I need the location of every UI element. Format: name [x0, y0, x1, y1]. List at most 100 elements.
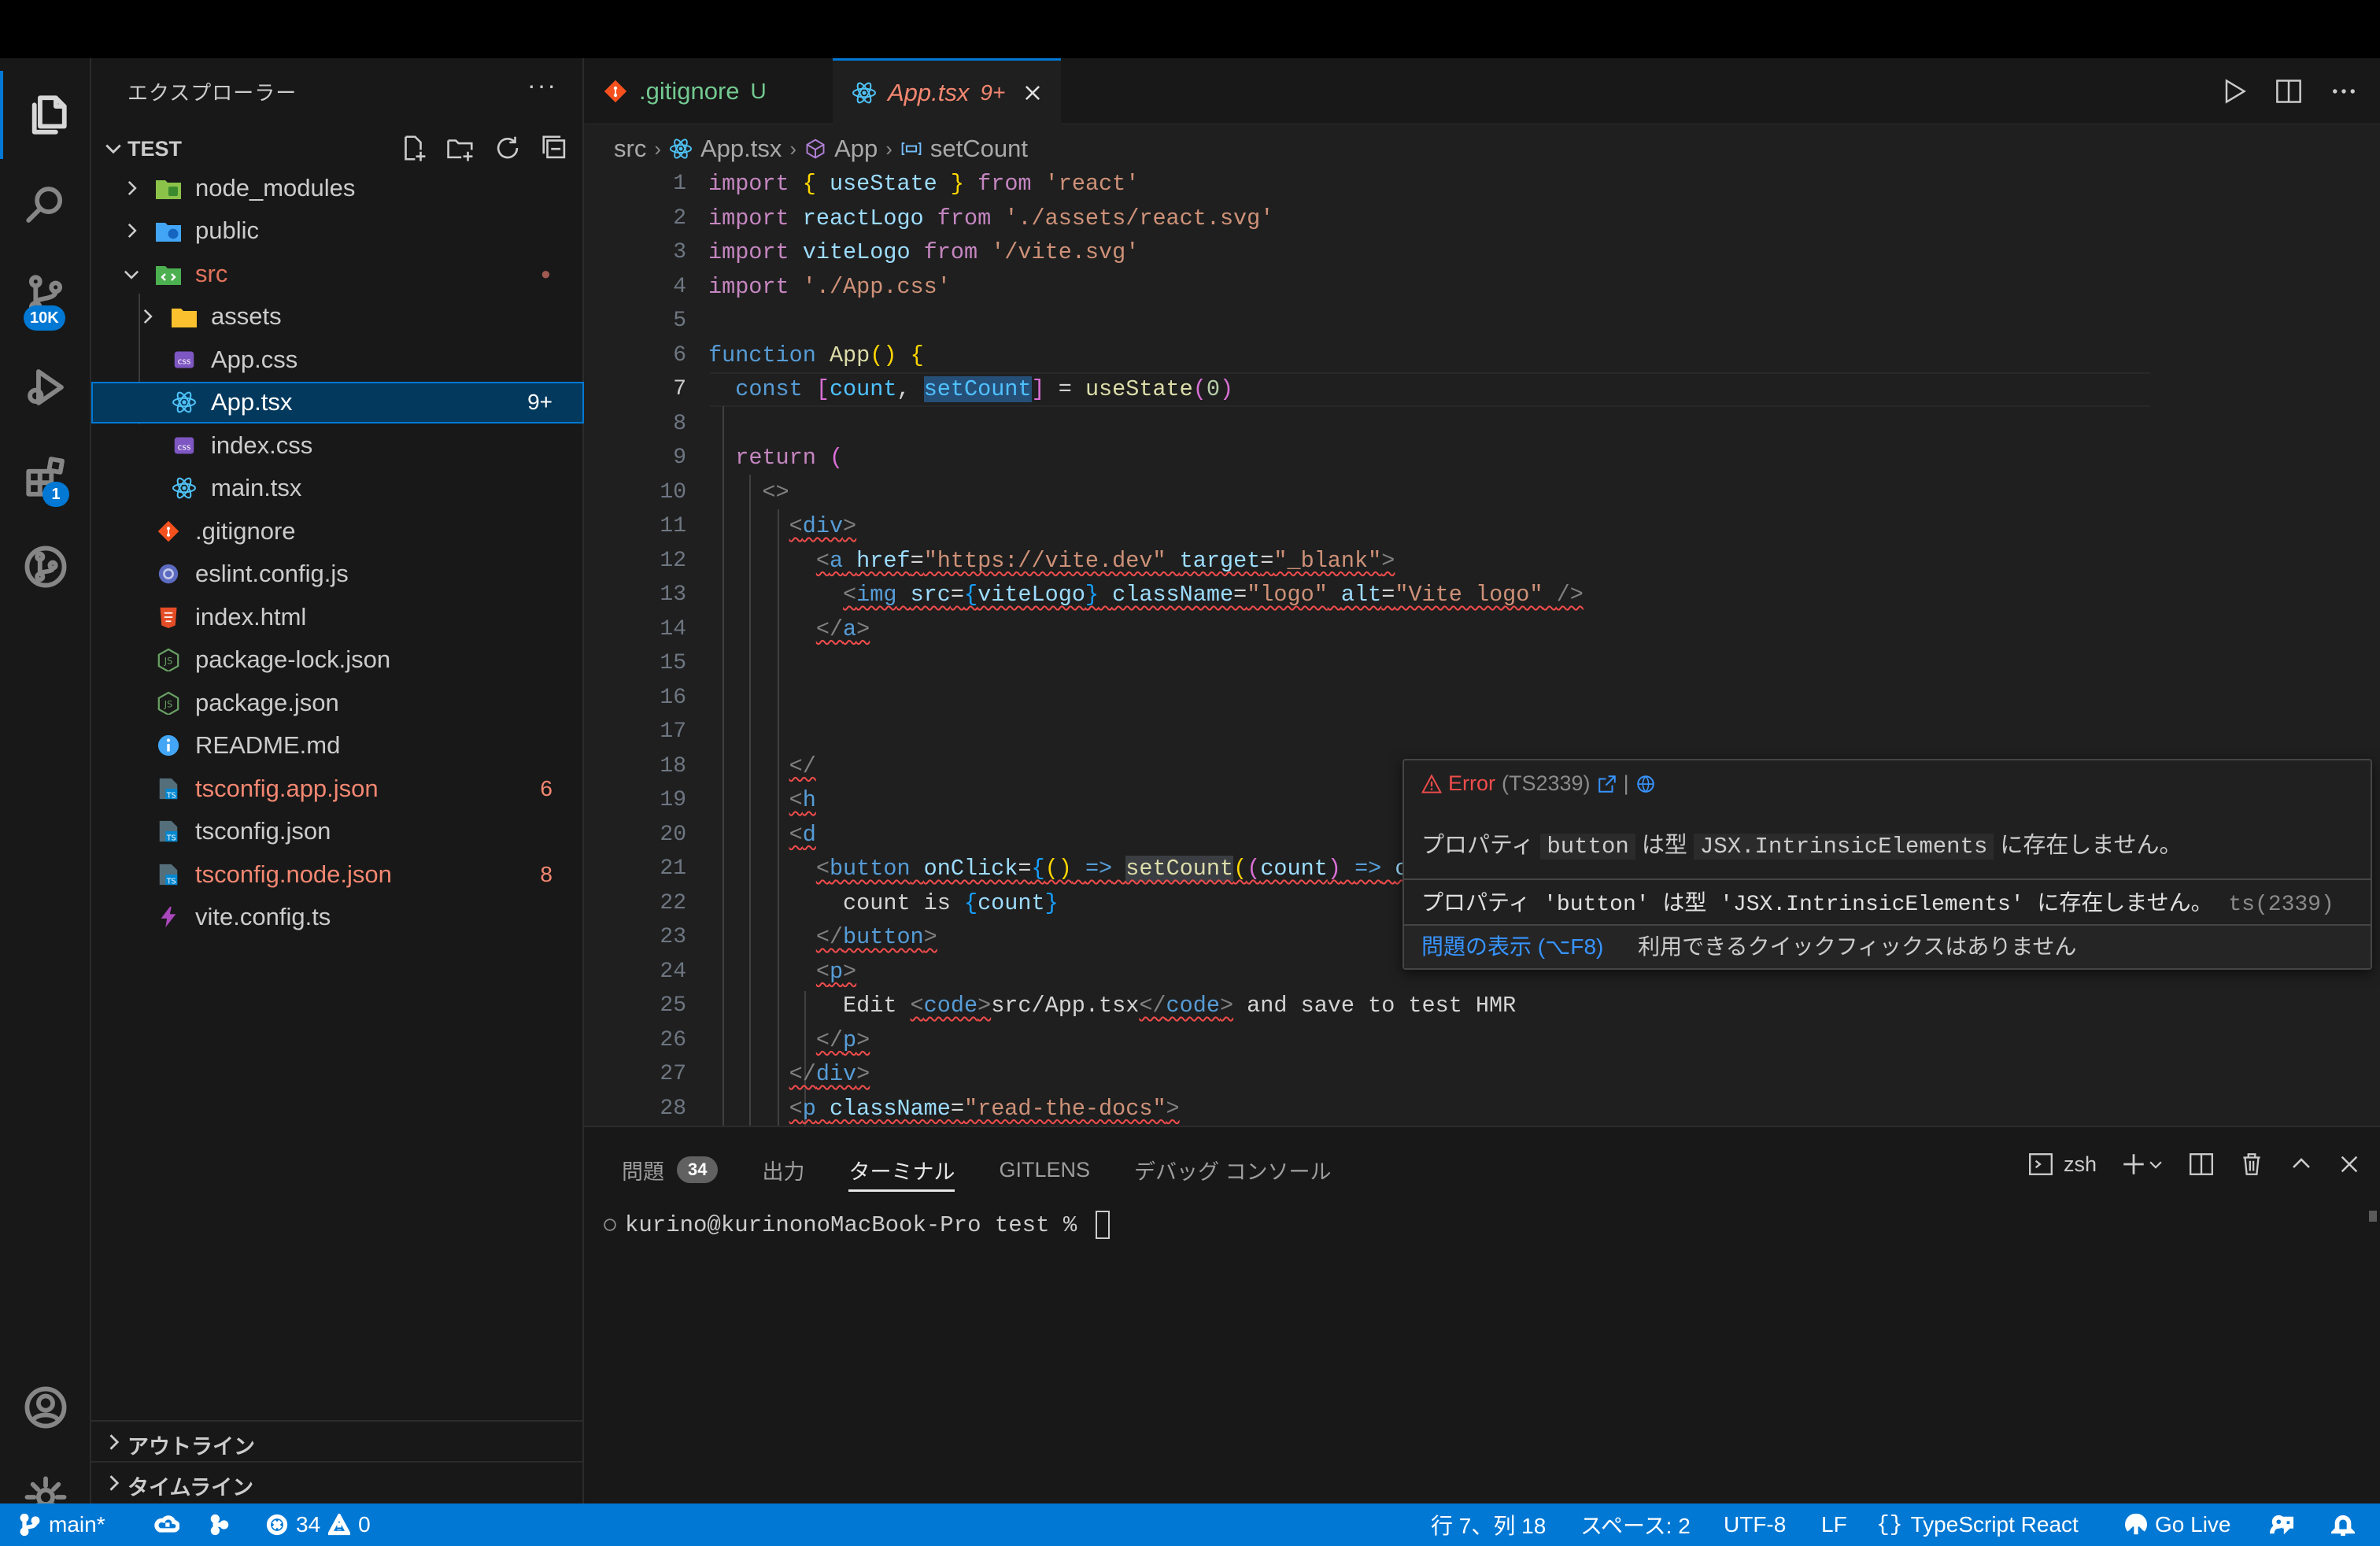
- account-icon[interactable]: [0, 1363, 91, 1452]
- gitlens-status-icon[interactable]: [208, 1503, 231, 1546]
- code-line-19: <h: [789, 787, 816, 813]
- tree-item-eslint-config[interactable]: eslint.config.js: [91, 553, 584, 595]
- code-line-24: <p>: [815, 958, 857, 985]
- explorer-icon[interactable]: [0, 71, 91, 159]
- new-terminal-icon[interactable]: [2120, 1151, 2164, 1178]
- new-file-icon[interactable]: [397, 131, 430, 165]
- tab-app-tsx[interactable]: App.tsx 9+: [833, 58, 1061, 124]
- tree-item-label: .gitignore: [195, 516, 296, 545]
- sidebar-more-button[interactable]: ···: [527, 71, 557, 100]
- tab-label: App.tsx: [888, 78, 970, 106]
- tab-terminal[interactable]: ターミナル: [848, 1148, 955, 1192]
- timeline-section[interactable]: タイムライン: [91, 1461, 584, 1502]
- breadcrumb-file[interactable]: App.tsx: [700, 135, 782, 163]
- line-number: 12: [660, 548, 686, 573]
- close-panel-icon[interactable]: [2338, 1152, 2361, 1176]
- problems-indicator[interactable]: 34 0: [266, 1503, 371, 1546]
- tree-item-index-html[interactable]: index.html: [91, 596, 584, 638]
- breadcrumb-src[interactable]: src: [614, 135, 646, 163]
- more-actions-icon[interactable]: [2326, 74, 2361, 109]
- code-line-13: <img src={viteLogo} className="logo" alt…: [843, 582, 1584, 608]
- code-editor[interactable]: src › App.tsx › App › setCount 123456789…: [584, 124, 2380, 1126]
- bottom-panel: 問題 34 出力 ターミナル GITLENS デバッグ コンソール zsh kur…: [584, 1126, 2380, 1503]
- line-number: 22: [660, 890, 686, 915]
- eol-text: LF: [1821, 1512, 1847, 1537]
- chevron-down-icon[interactable]: [2147, 1156, 2164, 1173]
- notifications-bell-icon[interactable]: [2331, 1503, 2355, 1546]
- tsconfig-file-icon: TS: [156, 776, 181, 801]
- tree-item-label: public: [195, 216, 259, 244]
- tree-item-package-json[interactable]: JS package.json: [91, 682, 584, 723]
- tab-badge: 9+: [980, 80, 1006, 105]
- trash-icon[interactable]: [2238, 1151, 2265, 1178]
- extensions-icon[interactable]: 1: [0, 433, 91, 521]
- tree-item-app-css[interactable]: css App.css: [91, 338, 584, 380]
- run-debug-icon[interactable]: [0, 343, 91, 431]
- branch-name: main*: [49, 1512, 105, 1537]
- new-folder-icon[interactable]: [444, 131, 477, 165]
- tree-item-assets[interactable]: assets: [91, 296, 584, 338]
- split-terminal-icon[interactable]: [2188, 1151, 2215, 1178]
- gitlens-icon[interactable]: [0, 523, 91, 611]
- tab-gitlens[interactable]: GITLENS: [999, 1148, 1090, 1192]
- encoding[interactable]: UTF-8: [1724, 1503, 1786, 1546]
- tab-gitignore[interactable]: .gitignore U: [584, 58, 833, 124]
- line-number: 4: [673, 274, 686, 299]
- window-top-bar: [0, 0, 2380, 58]
- open-link-icon[interactable]: [1597, 774, 1617, 794]
- feedback-icon[interactable]: [2270, 1503, 2293, 1546]
- symbol-variable-icon: [901, 142, 922, 155]
- go-live-button[interactable]: Go Live: [2125, 1503, 2231, 1546]
- search-icon[interactable]: [0, 161, 91, 249]
- close-tab-icon[interactable]: [1022, 83, 1043, 103]
- source-control-icon[interactable]: 10K: [0, 250, 91, 338]
- tab-debug-console[interactable]: デバッグ コンソール: [1134, 1148, 1332, 1192]
- terminal-scrollbar[interactable]: [2369, 1211, 2377, 1222]
- refresh-icon[interactable]: [491, 131, 524, 165]
- end-of-line[interactable]: LF: [1821, 1503, 1847, 1546]
- sidebar-title: エクスプローラー: [128, 81, 298, 105]
- tree-item-readme[interactable]: README.md: [91, 725, 584, 767]
- cursor-position[interactable]: 行 7、列 18: [1431, 1503, 1546, 1546]
- tree-item-index-css[interactable]: css index.css: [91, 424, 584, 466]
- terminal-output[interactable]: kurino@kurinonoMacBook-Pro test %: [601, 1211, 1110, 1239]
- tree-item-app-tsx[interactable]: App.tsx 9+: [91, 381, 584, 423]
- eslint-file-icon: [156, 561, 181, 586]
- tab-problems[interactable]: 問題 34: [622, 1148, 719, 1192]
- globe-icon[interactable]: [1635, 774, 1656, 794]
- problem-count: 8: [540, 861, 552, 886]
- language-mode[interactable]: {} TypeScript React: [1876, 1503, 2079, 1546]
- branch-indicator[interactable]: main*: [19, 1503, 105, 1546]
- breadcrumb-separator: ›: [654, 136, 661, 161]
- tree-item-main-tsx[interactable]: main.tsx: [91, 468, 584, 509]
- tree-item-tsconfig[interactable]: TS tsconfig.json: [91, 811, 584, 853]
- svg-text:TS: TS: [166, 834, 176, 842]
- tree-item-tsconfig-app[interactable]: TS tsconfig.app.json 6: [91, 767, 584, 809]
- sync-icon[interactable]: [154, 1503, 179, 1546]
- editor-tabs: .gitignore U App.tsx 9+: [584, 58, 2380, 124]
- terminal-shell-selector[interactable]: zsh: [2027, 1151, 2097, 1178]
- indentation[interactable]: スペース: 2: [1580, 1503, 1691, 1546]
- tree-item-tsconfig-node[interactable]: TS tsconfig.node.json 8: [91, 853, 584, 895]
- info-file-icon: [156, 733, 181, 758]
- breadcrumb-variable[interactable]: setCount: [930, 135, 1028, 163]
- line-number: 25: [660, 993, 686, 1018]
- tree-item-node-modules[interactable]: node_modules: [91, 167, 584, 209]
- breadcrumb-symbol[interactable]: App: [834, 135, 878, 163]
- run-icon[interactable]: [2216, 74, 2251, 109]
- collapse-all-icon[interactable]: [538, 131, 571, 165]
- view-problem-link[interactable]: 問題の表示 (⌥F8): [1421, 934, 1603, 959]
- tree-item-src[interactable]: src ●: [91, 253, 584, 294]
- svg-text:JS: JS: [164, 699, 172, 709]
- chevron-down-icon: [105, 144, 121, 154]
- tree-item-gitignore[interactable]: .gitignore: [91, 510, 584, 552]
- maximize-panel-icon[interactable]: [2289, 1152, 2314, 1177]
- problem-count: 6: [540, 775, 552, 801]
- tree-item-public[interactable]: public: [91, 210, 584, 252]
- split-editor-icon[interactable]: [2271, 74, 2306, 109]
- tree-item-package-lock[interactable]: JS package-lock.json: [91, 639, 584, 681]
- outline-section[interactable]: アウトライン: [91, 1420, 584, 1461]
- tab-output[interactable]: 出力: [762, 1148, 804, 1192]
- code-line-26: </p>: [815, 1026, 870, 1053]
- tree-item-vite-config[interactable]: vite.config.ts: [91, 897, 584, 938]
